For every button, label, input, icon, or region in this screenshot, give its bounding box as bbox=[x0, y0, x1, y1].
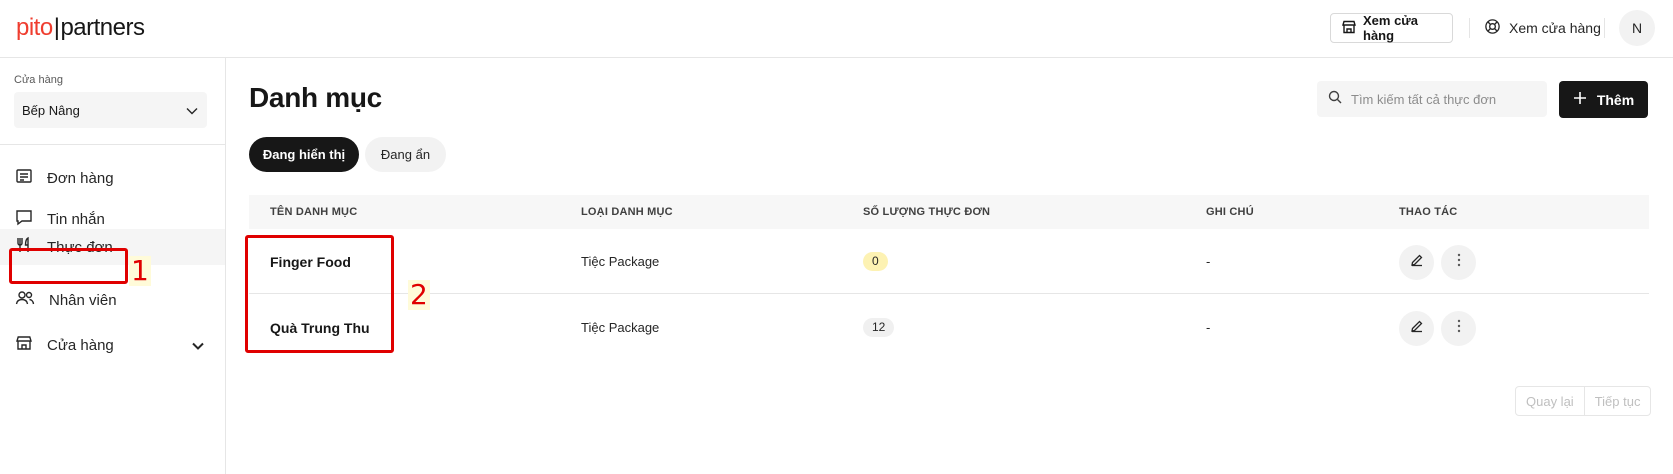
annotation-label-1: 1 bbox=[129, 254, 151, 287]
sidebar-divider bbox=[0, 144, 226, 145]
category-type: Tiệc Package bbox=[581, 254, 660, 269]
more-options-button[interactable] bbox=[1441, 245, 1476, 280]
avatar[interactable]: N bbox=[1619, 10, 1655, 46]
edit-icon bbox=[1410, 319, 1424, 338]
sidebar-item-orders[interactable]: Đơn hàng bbox=[0, 160, 225, 196]
add-button[interactable]: Thêm bbox=[1559, 81, 1648, 118]
sidebar-item-label: Tin nhắn bbox=[47, 210, 105, 228]
brand-logo[interactable]: pito|partners bbox=[16, 14, 145, 42]
users-icon bbox=[15, 289, 35, 311]
table-row[interactable]: Finger Food Tiệc Package 0 - bbox=[249, 229, 1649, 294]
column-header-actions: THAO TÁC bbox=[1399, 206, 1458, 218]
support-label: Xem cửa hàng bbox=[1509, 20, 1601, 36]
header-divider bbox=[1604, 18, 1605, 38]
more-vertical-icon bbox=[1457, 253, 1461, 272]
storefront-icon bbox=[1341, 19, 1357, 38]
annotation-box-2 bbox=[245, 235, 394, 353]
message-icon bbox=[15, 208, 33, 230]
sidebar-item-label: Nhân viên bbox=[49, 291, 117, 309]
lifebuoy-icon bbox=[1484, 18, 1501, 38]
column-header-count: SỐ LƯỢNG THỰC ĐƠN bbox=[863, 206, 991, 218]
page-title: Danh mục bbox=[249, 82, 382, 113]
header-divider bbox=[1469, 18, 1470, 38]
edit-button[interactable] bbox=[1399, 311, 1434, 346]
column-header-note: GHI CHÚ bbox=[1206, 206, 1254, 218]
menu-count-badge: 0 bbox=[863, 252, 888, 271]
column-header-type: LOẠI DANH MỤC bbox=[581, 206, 673, 218]
previous-page-button[interactable]: Quay lại bbox=[1516, 387, 1585, 415]
search-input[interactable] bbox=[1351, 91, 1531, 107]
more-vertical-icon bbox=[1457, 319, 1461, 338]
annotation-box-1 bbox=[9, 248, 128, 284]
sidebar-item-label: Cửa hàng bbox=[47, 336, 114, 354]
sidebar-item-store[interactable]: Cửa hàng bbox=[0, 327, 225, 363]
logo-partners: partners bbox=[60, 14, 145, 41]
more-options-button[interactable] bbox=[1441, 311, 1476, 346]
top-bar: pito|partners Xem cửa hàng Xem cửa hàng … bbox=[0, 0, 1673, 58]
receipt-icon bbox=[15, 167, 33, 189]
logo-pito: pito bbox=[16, 14, 53, 41]
table-header: TÊN DANH MỤC LOẠI DANH MỤC SỐ LƯỢNG THỰC… bbox=[249, 195, 1649, 229]
store-select-value: Bếp Nâng bbox=[22, 102, 80, 118]
sidebar-item-staff[interactable]: Nhân viên bbox=[0, 282, 225, 318]
pagination: Quay lại Tiếp tục bbox=[1515, 386, 1652, 416]
tab-hidden[interactable]: Đang ẩn bbox=[365, 137, 446, 172]
category-type: Tiệc Package bbox=[581, 320, 660, 335]
annotation-label-2: 2 bbox=[408, 278, 430, 311]
support-button[interactable]: Xem cửa hàng bbox=[1484, 13, 1601, 43]
plus-icon bbox=[1573, 91, 1587, 108]
store-icon bbox=[15, 334, 33, 356]
category-note: - bbox=[1206, 320, 1211, 335]
store-label: Cửa hàng bbox=[14, 74, 63, 86]
main-content: Danh mục Thêm Đang hiển thị Đang ẩn TÊN … bbox=[227, 58, 1673, 474]
chevron-down-icon bbox=[186, 103, 198, 118]
category-note: - bbox=[1206, 254, 1211, 269]
add-button-label: Thêm bbox=[1596, 91, 1635, 108]
table-row[interactable]: Quà Trung Thu Tiệc Package 12 - bbox=[249, 295, 1649, 360]
search-box[interactable] bbox=[1317, 81, 1547, 117]
view-store-label: Xem cửa hàng bbox=[1363, 13, 1418, 43]
sidebar-item-label: Đơn hàng bbox=[47, 169, 114, 187]
chevron-down-icon[interactable] bbox=[191, 338, 205, 355]
menu-count-badge: 12 bbox=[863, 318, 895, 337]
search-icon bbox=[1328, 90, 1342, 109]
store-select[interactable]: Bếp Nâng bbox=[14, 92, 207, 128]
next-page-button[interactable]: Tiếp tục bbox=[1585, 387, 1651, 415]
column-header-name: TÊN DANH MỤC bbox=[270, 206, 358, 218]
view-store-button[interactable]: Xem cửa hàng bbox=[1330, 13, 1453, 43]
edit-button[interactable] bbox=[1399, 245, 1434, 280]
edit-icon bbox=[1410, 253, 1424, 272]
tab-visible[interactable]: Đang hiển thị bbox=[249, 137, 359, 172]
